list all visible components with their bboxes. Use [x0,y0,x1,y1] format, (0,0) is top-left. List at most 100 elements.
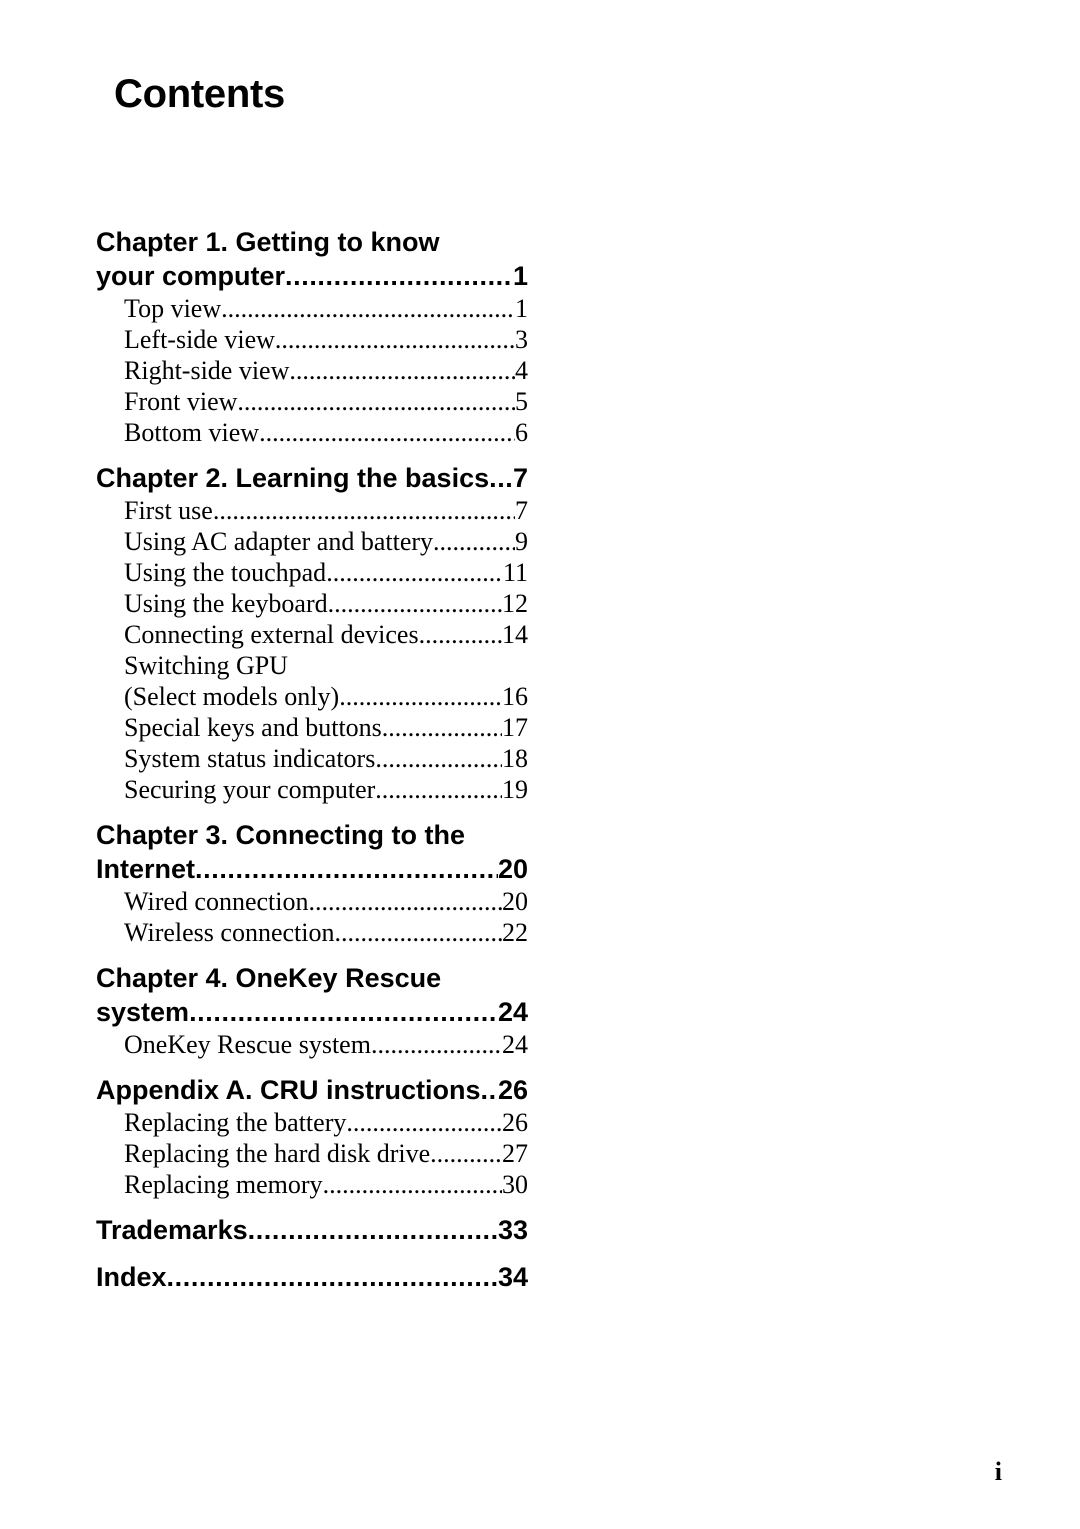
toc-chapter-heading-label: Index [96,1262,167,1292]
toc-entry-page-number: 1 [515,294,528,323]
dot-leader [346,1107,502,1138]
toc-chapter-heading-page-number: 1 [512,261,528,291]
toc-chapter-heading-line1: Chapter 1. Getting to know [96,227,440,257]
toc-chapter-heading-label: Appendix A. CRU instructions [96,1075,481,1105]
toc-entry[interactable]: Replacing the battery 26 [124,1107,528,1138]
toc-entry-page-number: 26 [502,1108,528,1137]
toc-entry[interactable]: Replacing memory 30 [124,1169,528,1200]
dot-leader [195,852,498,886]
dot-leader [433,526,515,557]
toc-entry-page-number: 20 [502,887,528,916]
dot-leader [213,495,515,526]
toc-entry[interactable]: Top view 1 [124,293,528,324]
toc-chapter-heading[interactable]: Appendix A. CRU instructions 26 [96,1073,528,1107]
toc-entry[interactable]: OneKey Rescue system 24 [124,1029,528,1060]
toc-entry-page-number: 5 [515,387,528,416]
toc-chapter-heading[interactable]: Trademarks 33 [96,1213,528,1247]
dot-leader [375,743,502,774]
toc-entry[interactable]: Wireless connection 22 [124,917,528,948]
toc-chapter-heading-page-number: 34 [497,1262,528,1292]
toc-entry-page-number: 30 [502,1170,528,1199]
toc-entry-label: Top view [124,294,222,323]
toc-chapter-heading[interactable]: system 24 [96,995,528,1029]
toc-entry[interactable]: Left-side view 3 [124,324,528,355]
toc-entry-page-number: 3 [515,325,528,354]
toc-entry[interactable]: Right-side view 4 [124,355,528,386]
page-title: Contents [114,72,285,116]
toc-chapter-heading-label: Chapter 2. Learning the basics [96,463,490,493]
toc-chapter-heading-line1: Chapter 4. OneKey Rescue [96,963,442,993]
toc-entry-page-number: 6 [515,418,528,447]
toc-chapter-heading-label: your computer [96,261,286,291]
toc-entry-label: Wired connection [124,887,309,916]
toc-chapter-heading[interactable]: Index 34 [96,1260,528,1294]
toc-entry-label: Connecting external devices [124,620,419,649]
toc-entry-page-number: 19 [502,775,528,804]
toc-entry-label: Securing your computer [124,775,376,804]
toc-entry-label: Front view [124,387,238,416]
dot-leader [259,417,515,448]
toc-chapter-heading-page-number: 26 [497,1075,528,1105]
toc-entry-label: Left-side view [124,325,275,354]
dot-leader [326,557,503,588]
toc-entry-page-number: 17 [502,713,528,742]
toc-chapter-heading-page-number: 24 [497,997,528,1027]
toc-entry-label: Using AC adapter and battery [124,527,434,556]
toc-chapter-heading-page-number: 20 [497,854,528,884]
dot-leader [339,681,502,712]
toc-chapter-heading-label: Internet [96,854,196,884]
toc-entry-label: Right-side view [124,356,290,385]
toc-entry[interactable]: Special keys and buttons 17 [124,712,528,743]
toc-entry-label: Bottom view [124,418,260,447]
dot-leader [248,1213,498,1247]
toc-entry[interactable]: Using the keyboard 12 [124,588,528,619]
toc-chapter-heading-page-number: 7 [512,463,528,493]
toc-chapter-heading-label: Trademarks [96,1215,248,1245]
toc-entry[interactable]: System status indicators 18 [124,743,528,774]
toc-chapter-heading[interactable]: Internet 20 [96,852,528,886]
dot-leader [489,461,513,495]
toc-entry-label: Wireless connection [124,918,335,947]
toc-entry[interactable]: Bottom view 6 [124,417,528,448]
toc-entry-label: Replacing the hard disk drive [124,1139,431,1168]
toc-entry[interactable]: First use 7 [124,495,528,526]
toc-entry[interactable]: Replacing the hard disk drive 27 [124,1138,528,1169]
toc-entry[interactable]: Using AC adapter and battery 9 [124,526,528,557]
dot-leader [419,619,502,650]
toc-entry[interactable]: Connecting external devices 14 [124,619,528,650]
toc-entry-page-number: 22 [502,918,528,947]
dot-leader [430,1138,502,1169]
dot-leader [167,1260,498,1294]
toc-entry-label: Special keys and buttons [124,713,382,742]
toc-entry-line1: Switching GPU [124,651,288,680]
toc-entry-page-number: 24 [502,1030,528,1059]
toc-chapter-heading-line1: Chapter 3. Connecting to the [96,820,466,850]
dot-leader [237,386,515,417]
toc-entry-label: Using the keyboard [124,589,328,618]
toc-entry[interactable]: Securing your computer 19 [124,774,528,805]
dot-leader [221,293,515,324]
dot-leader [289,355,515,386]
toc-chapter-heading-label: system [96,997,190,1027]
toc-chapter-heading-page-number: 33 [497,1215,528,1245]
toc-entry-page-number: 12 [502,589,528,618]
dot-leader [275,324,515,355]
document-page: Contents Chapter 1. Getting to know your … [0,0,1080,1529]
dot-leader [309,886,503,917]
toc-entry-label: System status indicators [124,744,376,773]
toc-chapter-heading[interactable]: Chapter 2. Learning the basics 7 [96,461,528,495]
toc-entry[interactable]: Using the touchpad 11 [124,557,528,588]
toc-entry[interactable]: (Select models only) 16 [124,681,528,712]
toc-chapter-heading[interactable]: your computer 1 [96,259,528,293]
toc-entry-label: OneKey Rescue system [124,1030,371,1059]
toc-entry[interactable]: Wired connection 20 [124,886,528,917]
toc-entry-label: (Select models only) [124,682,340,711]
toc-entry-page-number: 27 [502,1139,528,1168]
dot-leader [335,917,503,948]
toc-entry[interactable]: Front view 5 [124,386,528,417]
toc-entry-page-number: 11 [502,558,528,587]
toc-entry-label: Replacing memory [124,1170,323,1199]
dot-leader [328,588,502,619]
dot-leader [382,712,502,743]
dot-leader [371,1029,502,1060]
